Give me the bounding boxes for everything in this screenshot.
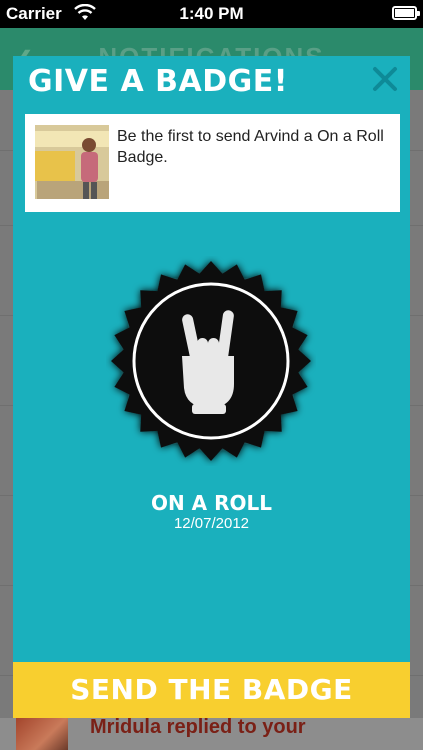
modal-title: GIVE A BADGE! [28,64,288,99]
badge-seal [111,261,311,461]
badge-message: Be the first to send Arvind a On a Roll … [117,128,384,166]
close-icon[interactable] [372,66,398,92]
list-item[interactable]: Mridula replied to your [0,716,423,750]
avatar [16,718,68,750]
battery-icon [392,6,420,20]
recipient-card: Be the first to send Arvind a On a Roll … [25,114,400,212]
give-badge-modal: GIVE A BADGE! Be the first to send Arvin… [13,56,410,718]
badge-date: 12/07/2012 [173,515,250,532]
send-badge-button[interactable]: SEND THE BADGE [13,662,410,718]
status-bar: Carrier 1:40 PM [0,0,423,28]
recipient-photo [35,125,109,199]
notification-text: Mridula replied to your [90,716,306,738]
clock: 1:40 PM [179,4,244,23]
badge-name: ON A ROLL [150,491,273,515]
